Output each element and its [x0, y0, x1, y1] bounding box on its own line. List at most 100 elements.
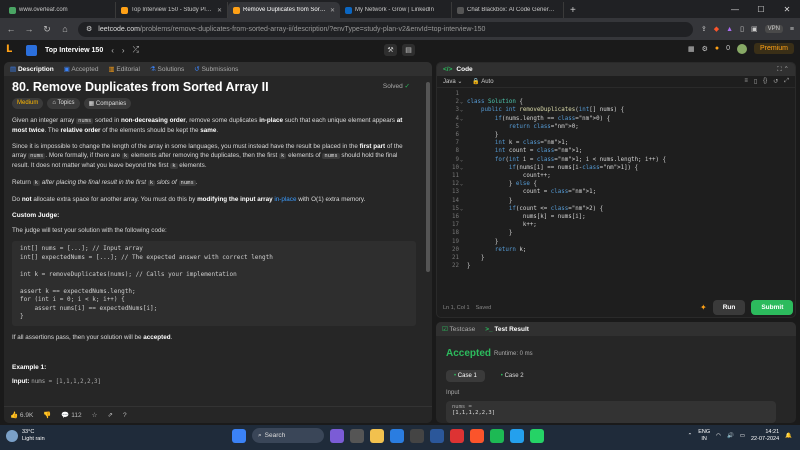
code-line[interactable]: count = class="nm">1; — [467, 189, 596, 195]
forward-icon[interactable]: → — [24, 24, 34, 34]
notifications-icon[interactable]: 🔔 — [785, 433, 792, 439]
code-line[interactable]: return class="nm">0; — [467, 124, 579, 130]
leetcode-logo-icon[interactable]: ᒪ — [6, 44, 18, 56]
new-tab-button[interactable]: + — [564, 2, 582, 18]
code-line[interactable]: class Solution { — [467, 99, 523, 105]
case-1-tab[interactable]: • Case 1 — [446, 370, 485, 382]
close-tab-icon[interactable]: ✕ — [330, 7, 335, 14]
code-line[interactable]: nums[k] = nums[i]; — [467, 214, 586, 220]
notes-icon[interactable]: ▤ — [402, 44, 415, 56]
tab-solutions[interactable]: ⚗ Solutions — [150, 65, 184, 73]
case-2-tab[interactable]: • Case 2 — [493, 370, 532, 382]
fold-icon[interactable]: ⌄ — [460, 157, 463, 163]
code-line[interactable]: } — [467, 132, 499, 138]
tab-testcase[interactable]: ☑ Testcase — [442, 325, 475, 333]
sidebar-icon[interactable]: ▯ — [740, 25, 744, 33]
close-tab-icon[interactable]: ✕ — [217, 7, 222, 14]
format-icon[interactable]: ≡ — [744, 78, 748, 85]
volume-icon[interactable]: 🔊 — [727, 433, 734, 439]
description-scrollbar[interactable] — [426, 82, 430, 272]
premium-button[interactable]: Premium — [753, 43, 794, 54]
code-line[interactable]: int k = class="nm">1; — [467, 140, 568, 146]
word-icon[interactable] — [430, 428, 444, 443]
code-line[interactable]: } — [467, 230, 513, 236]
study-plan-title[interactable]: Top Interview 150 — [45, 47, 103, 54]
debug-icon[interactable]: ⚒ — [384, 44, 397, 56]
companies-button[interactable]: ▦ Companies — [83, 98, 132, 109]
browser-tab-blackbox[interactable]: Chat Blackbox: AI Code Generation — [452, 2, 564, 18]
taskbar-search[interactable]: ⌕ Search — [252, 428, 324, 443]
streak-icon[interactable]: ● — [715, 45, 719, 52]
maximize-icon[interactable]: ☐ — [748, 0, 774, 18]
weather-widget[interactable]: 33°C Light rain — [6, 429, 45, 443]
youtube-icon[interactable] — [450, 428, 464, 443]
code-line[interactable]: } — [467, 255, 485, 261]
code-line[interactable]: if(count <= class="nm">2) { — [467, 206, 603, 212]
code-line[interactable]: } — [467, 263, 471, 269]
task-view-icon[interactable] — [350, 428, 364, 443]
code-line[interactable]: if(nums[i] == nums[i-class="nm">1]) { — [467, 165, 638, 171]
back-icon[interactable]: ← — [6, 24, 16, 34]
battery-icon[interactable]: ▭ — [740, 433, 745, 439]
copilot-icon[interactable] — [330, 428, 344, 443]
fold-icon[interactable]: ⌄ — [460, 165, 463, 171]
tab-test-result[interactable]: >_ Test Result — [485, 326, 529, 333]
edge-icon[interactable] — [390, 428, 404, 443]
rewards-icon[interactable]: ▲ — [726, 26, 733, 33]
wallet-icon[interactable]: ▣ — [751, 25, 758, 33]
browser-tab-study-plan[interactable]: Top Interview 150 - Study Plan - Lee ✕ — [116, 2, 228, 18]
code-line[interactable]: int count = class="nm">1; — [467, 148, 582, 154]
fullscreen-icon[interactable]: ⤢ — [784, 78, 789, 85]
next-problem-icon[interactable]: › — [122, 46, 125, 55]
vpn-button[interactable]: VPN — [764, 25, 783, 33]
bookmark-icon[interactable]: ▯ — [754, 78, 757, 85]
shuffle-icon[interactable]: ⤮ — [133, 45, 139, 55]
clock[interactable]: 14:21 22-07-2024 — [751, 429, 779, 443]
language-indicator[interactable]: ENG IN — [698, 429, 710, 443]
close-window-icon[interactable]: ✕ — [774, 0, 800, 18]
brave-shield-icon[interactable]: ◆ — [714, 25, 719, 33]
share-icon[interactable]: ⇪ — [701, 25, 707, 33]
vscode-icon[interactable] — [510, 428, 524, 443]
site-settings-icon[interactable]: ⚙ — [86, 25, 92, 33]
fold-icon[interactable]: ⌄ — [460, 107, 463, 113]
file-explorer-icon[interactable] — [370, 428, 384, 443]
browser-tab-overleaf[interactable]: www.overleaf.com — [4, 2, 116, 18]
tab-editorial[interactable]: ▥ Editorial — [108, 65, 139, 73]
code-line[interactable]: count++; — [467, 173, 551, 179]
whatsapp-icon[interactable] — [530, 428, 544, 443]
like-button[interactable]: 👍 6.9K — [10, 411, 33, 419]
dislike-icon[interactable]: 👎 — [43, 411, 51, 419]
fold-icon[interactable]: ⌄ — [460, 181, 463, 187]
help-icon[interactable]: ? — [123, 412, 127, 419]
minimize-icon[interactable]: — — [722, 0, 748, 18]
auto-mode-toggle[interactable]: 🔒 Auto — [472, 78, 493, 85]
topics-button[interactable]: ⌂ Topics — [47, 98, 80, 109]
url-field[interactable]: ⚙ leetcode.com/problems/remove-duplicate… — [78, 21, 693, 37]
code-line[interactable]: for(int i = class="nm">1; i < nums.lengt… — [467, 157, 666, 163]
star-icon[interactable]: ☆ — [92, 411, 98, 419]
expand-icon[interactable]: ⛶ ⌃ — [777, 65, 789, 74]
browser-tab-remove-duplicates[interactable]: Remove Duplicates from Sorted ✕ — [228, 2, 340, 18]
share-icon[interactable]: ⇗ — [107, 411, 112, 419]
braces-icon[interactable]: {} — [763, 78, 767, 85]
language-select[interactable]: Java ⌄ — [443, 78, 462, 85]
layout-grid-icon[interactable]: ▦ — [688, 45, 695, 53]
reload-icon[interactable]: ↻ — [42, 24, 52, 35]
code-line[interactable]: k++; — [467, 222, 537, 228]
tab-description[interactable]: ▤ Description — [10, 65, 54, 73]
tab-accepted[interactable]: ▣ Accepted — [64, 65, 99, 73]
fold-icon[interactable]: ⌄ — [460, 116, 463, 122]
code-line[interactable]: public int removeDuplicates(int[] nums) … — [467, 107, 624, 113]
submit-button[interactable]: Submit — [751, 300, 794, 315]
prev-problem-icon[interactable]: ‹ — [111, 46, 114, 55]
code-line[interactable]: return k; — [467, 247, 526, 253]
settings-icon[interactable]: ⚙ — [702, 45, 708, 53]
ai-sparkle-icon[interactable]: ✦ — [700, 303, 707, 312]
browser-tab-linkedin[interactable]: My Network - Grow | LinkedIn — [340, 2, 452, 18]
reset-icon[interactable]: ↺ — [773, 78, 778, 85]
code-editor[interactable]: 1 2 ⌄ class Solution {3 ⌄ public int removeD… — [437, 91, 793, 301]
run-button[interactable]: Run — [712, 300, 746, 315]
code-line[interactable]: } — [467, 239, 499, 245]
home-icon[interactable]: ⌂ — [60, 24, 70, 34]
